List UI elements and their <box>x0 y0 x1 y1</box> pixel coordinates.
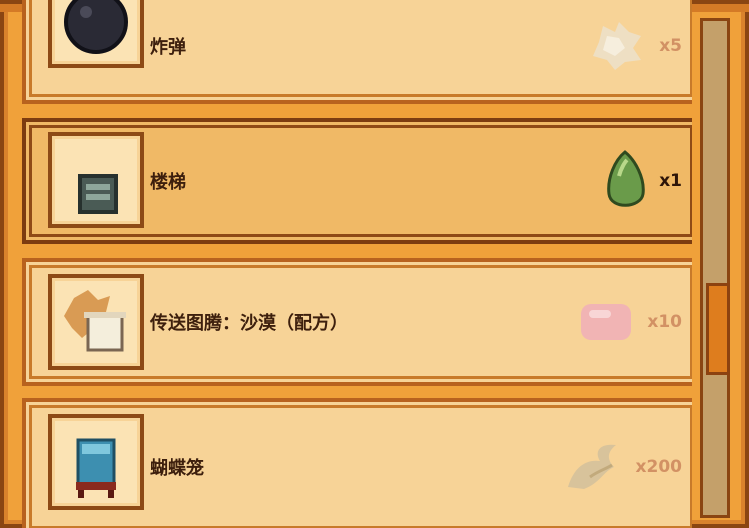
item-cost: x10 <box>575 262 682 382</box>
cost-quantity: x5 <box>659 36 682 56</box>
shop-row-staircase[interactable]: 楼梯 x1 <box>22 118 692 244</box>
jade-icon <box>607 150 645 207</box>
item-slot <box>48 0 144 68</box>
warp-totem-recipe-icon <box>64 290 126 352</box>
shop-row-warp-totem-recipe[interactable]: 传送图腾：沙漠（配方） x10 <box>22 258 692 386</box>
item-name: 蝴蝶笼 <box>150 458 204 479</box>
item-cost: x200 <box>560 402 682 528</box>
item-slot <box>48 414 144 510</box>
item-cost: x1 <box>601 122 682 240</box>
scrollbar-thumb[interactable] <box>706 283 730 375</box>
shop-item-list: 炸弹 x5 楼梯 x1 传送图腾：沙漠（配方） x10 蝴蝶笼 x200 <box>8 0 692 528</box>
cost-quantity: x10 <box>647 312 682 332</box>
fiber-icon <box>567 444 616 489</box>
cost-quantity: x1 <box>659 171 682 191</box>
bomb-icon <box>64 0 128 54</box>
cost-quantity: x200 <box>635 457 682 477</box>
item-name: 传送图腾：沙漠（配方） <box>150 313 348 334</box>
shop-row-bomb[interactable]: 炸弹 x5 <box>22 0 692 104</box>
item-slot <box>48 132 144 228</box>
shop-row-butterfly-hutch[interactable]: 蝴蝶笼 x200 <box>22 398 692 528</box>
item-name: 炸弹 <box>150 37 186 58</box>
soap-icon <box>581 304 632 340</box>
butterfly-hutch-icon <box>76 438 116 498</box>
scrollbar[interactable] <box>700 18 730 518</box>
item-slot <box>48 274 144 370</box>
quartz-icon <box>593 22 642 70</box>
item-cost: x5 <box>585 0 682 100</box>
item-name: 楼梯 <box>150 172 186 193</box>
staircase-icon <box>78 174 118 214</box>
